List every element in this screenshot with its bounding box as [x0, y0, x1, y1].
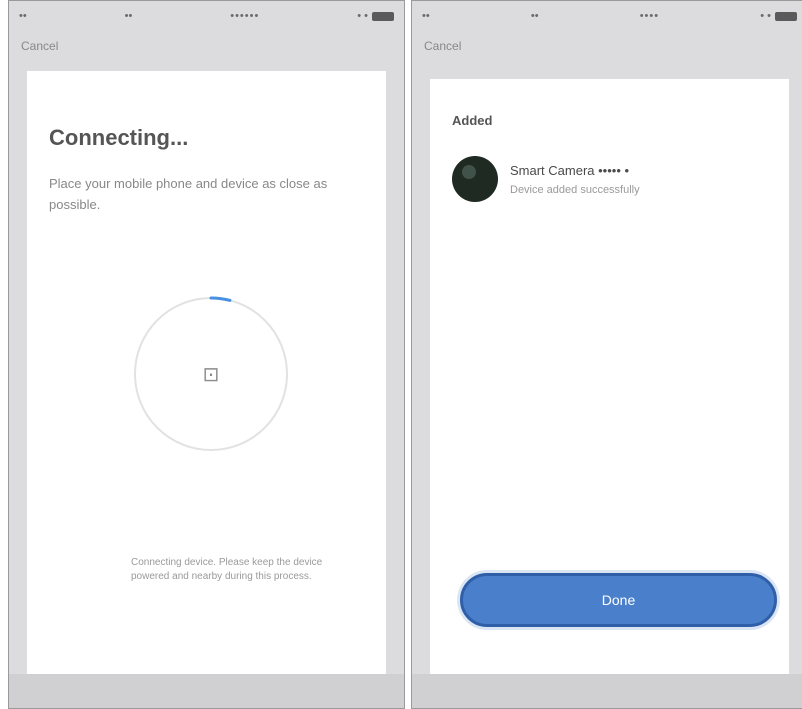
- instruction-text: Place your mobile phone and device as cl…: [49, 176, 328, 212]
- status-left: ••: [19, 10, 27, 22]
- status-right-text: • •: [760, 10, 771, 22]
- device-list-item[interactable]: Smart Camera ••••• • Device added succes…: [452, 151, 767, 207]
- content-card: Connecting... Place your mobile phone an…: [27, 71, 386, 674]
- status-right-text: • •: [357, 10, 368, 22]
- left-phone-screen: •• •• •••••• • • Cancel Connecting... Pl…: [8, 0, 405, 709]
- status-left: ••: [422, 10, 430, 22]
- status-center: ••: [124, 10, 133, 22]
- nav-bar: Cancel: [412, 31, 802, 71]
- device-subtitle: Device added successfully: [510, 183, 640, 196]
- battery-icon: [775, 11, 797, 21]
- status-right: • •: [760, 10, 797, 22]
- connection-progress-ring: ⊡: [131, 294, 291, 454]
- page-title: Connecting...: [49, 125, 189, 150]
- empty-area: [452, 229, 767, 564]
- bottom-bar: [9, 674, 404, 708]
- status-bar: •• •• •••••• • •: [9, 1, 404, 31]
- status-time: ••••••: [230, 10, 260, 22]
- connection-note: Connecting device. Please keep the devic…: [131, 557, 323, 582]
- section-header: Added: [452, 113, 493, 128]
- nav-bar: Cancel: [9, 31, 404, 71]
- battery-icon: [372, 11, 394, 21]
- done-button[interactable]: Done: [460, 573, 777, 627]
- status-center: ••: [530, 10, 539, 22]
- right-phone-screen: •• •• •••• • • Cancel Added Smart Camera…: [411, 0, 802, 709]
- camera-icon: [452, 156, 498, 202]
- status-right: • •: [357, 10, 394, 22]
- cancel-link[interactable]: Cancel: [424, 39, 461, 53]
- bottom-bar: [412, 674, 802, 708]
- status-time: ••••: [639, 10, 660, 22]
- cancel-link[interactable]: Cancel: [21, 39, 58, 53]
- router-icon: ⊡: [202, 363, 220, 386]
- device-text: Smart Camera ••••• • Device added succes…: [510, 163, 640, 196]
- status-bar: •• •• •••• • •: [412, 1, 802, 31]
- device-name: Smart Camera ••••• •: [510, 162, 630, 178]
